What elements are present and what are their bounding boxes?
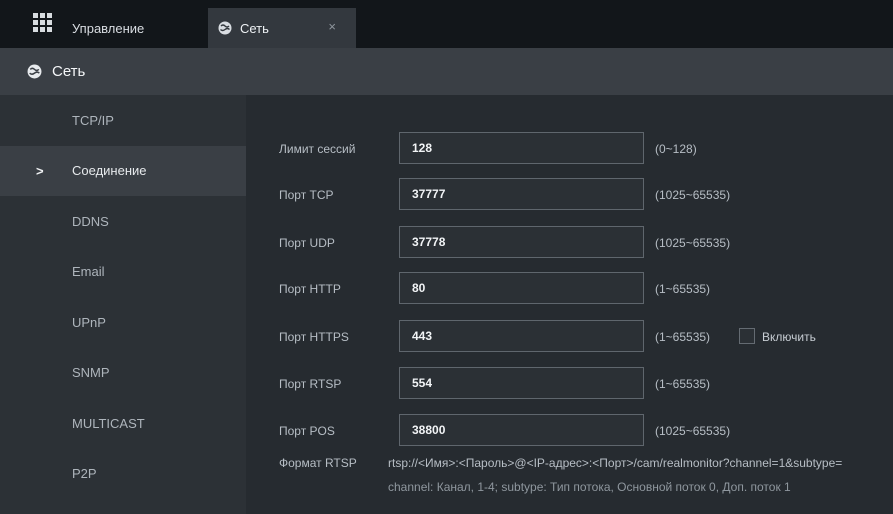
sidebar-item-label: SNMP — [72, 365, 110, 381]
https-enable-checkbox[interactable] — [739, 328, 755, 344]
http-port-input[interactable] — [399, 272, 644, 304]
rtsp-format-label: Формат RTSP — [279, 456, 357, 470]
session-limit-label: Лимит сессий — [279, 142, 356, 156]
sidebar-item-upnp[interactable]: UPnP — [0, 297, 246, 348]
tab-management-label: Управление — [72, 20, 145, 36]
tab-network-label: Сеть — [240, 20, 269, 36]
session-limit-range: (0~128) — [655, 142, 697, 156]
sidebar-item-email[interactable]: Email — [0, 247, 246, 298]
sidebar-item-label: Email — [72, 264, 105, 280]
http-port-label: Порт HTTP — [279, 282, 341, 296]
session-limit-input[interactable] — [399, 132, 644, 164]
rtsp-port-range: (1~65535) — [655, 377, 711, 391]
https-port-row: Порт HTTPS (1~65535) Включить — [246, 320, 893, 354]
tcp-port-label: Порт TCP — [279, 188, 334, 202]
udp-port-input[interactable] — [399, 226, 644, 258]
network-globe-icon — [27, 64, 42, 79]
https-enable-label[interactable]: Включить — [762, 330, 816, 344]
sidebar-item-label: Соединение — [72, 163, 147, 179]
https-port-range: (1~65535) — [655, 330, 711, 344]
tab-management[interactable]: Управление — [60, 8, 198, 48]
session-limit-row: Лимит сессий (0~128) — [246, 132, 893, 166]
page-title: Сеть — [52, 63, 86, 80]
rtsp-port-input[interactable] — [399, 367, 644, 399]
tcp-port-input[interactable] — [399, 178, 644, 210]
udp-port-range: (1025~65535) — [655, 236, 731, 250]
connection-settings-form: Лимит сессий (0~128) Порт TCP (1025~6553… — [246, 95, 893, 514]
sidebar-item-tcpip[interactable]: TCP/IP — [0, 95, 246, 146]
rtsp-format-note: channel: Канал, 1-4; subtype: Тип потока… — [388, 480, 791, 494]
pos-port-label: Порт POS — [279, 424, 335, 438]
sidebar-item-p2p[interactable]: P2P — [0, 449, 246, 500]
sidebar-item-label: UPnP — [72, 314, 106, 330]
pos-port-range: (1025~65535) — [655, 424, 731, 438]
sidebar-item-label: P2P — [72, 466, 97, 482]
top-tab-bar: Управление Сеть × — [0, 0, 893, 48]
sidebar: TCP/IP > Соединение DDNS Email UPnP SNMP… — [0, 95, 246, 514]
rtsp-port-label: Порт RTSP — [279, 377, 342, 391]
sidebar-item-label: TCP/IP — [72, 112, 114, 128]
apps-grid-icon[interactable] — [33, 13, 53, 33]
rtsp-url-template: rtsp://<Имя>:<Пароль>@<IP-адрес>:<Порт>/… — [388, 456, 843, 470]
pos-port-row: Порт POS (1025~65535) — [246, 414, 893, 448]
sidebar-item-connection[interactable]: > Соединение — [0, 145, 246, 196]
globe-icon — [218, 21, 232, 35]
rtsp-format-row: Формат RTSP rtsp://<Имя>:<Пароль>@<IP-ад… — [246, 446, 893, 480]
sidebar-item-snmp[interactable]: SNMP — [0, 348, 246, 399]
sidebar-item-label: DDNS — [72, 213, 109, 229]
pos-port-input[interactable] — [399, 414, 644, 446]
http-port-row: Порт HTTP (1~65535) — [246, 272, 893, 306]
chevron-right-icon: > — [36, 163, 44, 179]
tcp-port-range: (1025~65535) — [655, 188, 731, 202]
page-header: Сеть — [0, 48, 893, 95]
sidebar-item-ddns[interactable]: DDNS — [0, 196, 246, 247]
https-port-input[interactable] — [399, 320, 644, 352]
https-port-label: Порт HTTPS — [279, 330, 349, 344]
close-icon[interactable]: × — [328, 19, 336, 34]
http-port-range: (1~65535) — [655, 282, 711, 296]
tab-network[interactable]: Сеть × — [208, 8, 356, 48]
udp-port-row: Порт UDP (1025~65535) — [246, 226, 893, 260]
sidebar-item-multicast[interactable]: MULTICAST — [0, 398, 246, 449]
sidebar-item-label: MULTICAST — [72, 415, 145, 431]
udp-port-label: Порт UDP — [279, 236, 335, 250]
tcp-port-row: Порт TCP (1025~65535) — [246, 178, 893, 212]
rtsp-port-row: Порт RTSP (1~65535) — [246, 367, 893, 401]
